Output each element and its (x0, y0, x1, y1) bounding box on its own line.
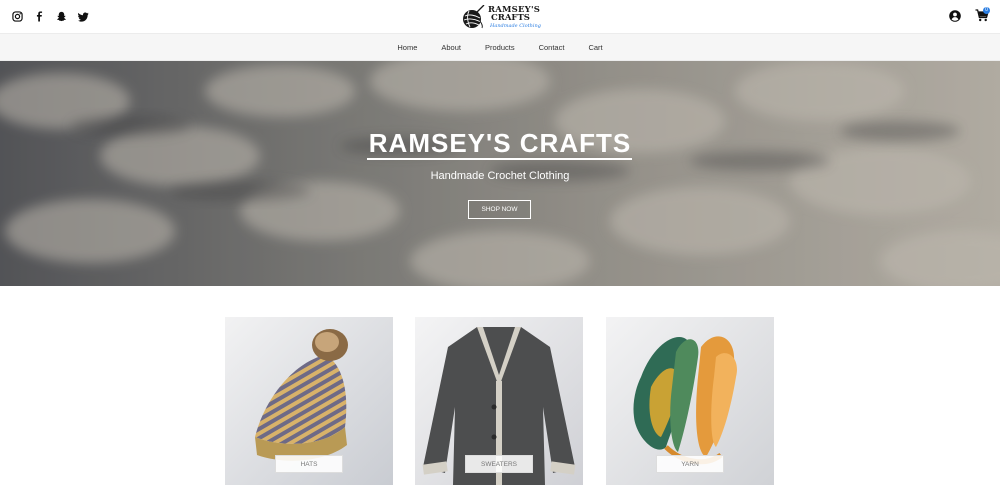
yarn-ball-icon (463, 5, 485, 29)
snapchat-icon[interactable] (55, 10, 67, 22)
instagram-icon[interactable] (11, 10, 23, 22)
hero-banner: RAMSEY'S CRAFTS Handmade Crochet Clothin… (0, 61, 1000, 286)
twitter-icon[interactable] (77, 10, 89, 22)
top-bar: RAMSEY'S CRAFTS Handmade Clothing 0 (0, 0, 1000, 33)
nav-about[interactable]: About (429, 43, 473, 52)
category-label-hats[interactable]: HATS (275, 455, 343, 473)
category-card-yarn[interactable]: YARN (606, 317, 774, 485)
hero-subtitle: Handmade Crochet Clothing (430, 170, 570, 182)
facebook-icon[interactable] (33, 10, 45, 22)
category-card-hats[interactable]: HATS (225, 317, 393, 485)
cart-count-badge: 0 (983, 7, 990, 14)
main-nav: Home About Products Contact Cart (0, 33, 1000, 61)
social-links (11, 10, 89, 22)
category-label-sweaters[interactable]: SWEATERS (465, 455, 533, 473)
category-label-yarn[interactable]: YARN (656, 455, 724, 473)
logo-text: RAMSEY'S CRAFTS Handmade Clothing (488, 5, 541, 29)
nav-contact[interactable]: Contact (527, 43, 577, 52)
category-cards: HATS SWEATERS YARN (0, 317, 1000, 487)
logo-name-line2: CRAFTS (491, 13, 530, 23)
hero-title: RAMSEY'S CRAFTS (368, 128, 632, 158)
logo-tagline: Handmade Clothing (490, 22, 541, 29)
nav-products[interactable]: Products (473, 43, 527, 52)
account-icon[interactable] (949, 10, 961, 22)
hero-title-underline (367, 158, 632, 160)
shop-now-button[interactable]: SHOP NOW (468, 200, 531, 219)
site-logo[interactable]: RAMSEY'S CRAFTS Handmade Clothing (461, 3, 541, 31)
category-card-sweaters[interactable]: SWEATERS (415, 317, 583, 485)
nav-cart[interactable]: Cart (576, 43, 614, 52)
nav-home[interactable]: Home (385, 43, 429, 52)
